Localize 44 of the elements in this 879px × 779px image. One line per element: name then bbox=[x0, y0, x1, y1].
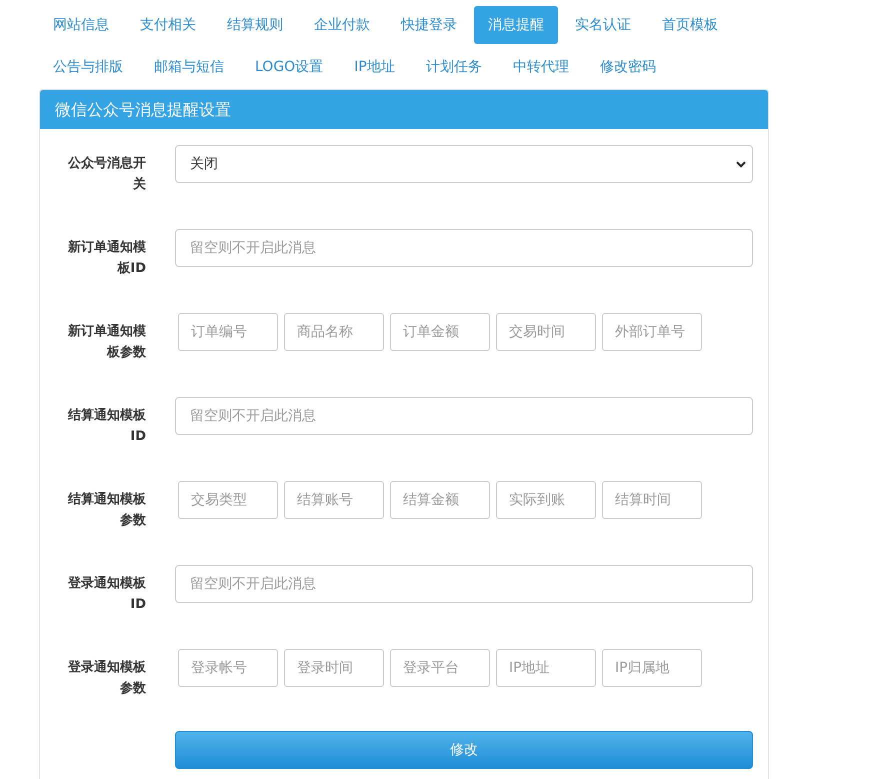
param-field[interactable]: 订单金额 bbox=[390, 313, 490, 351]
field-label: 新订单通知模板参数 bbox=[67, 322, 146, 362]
tab[interactable]: 计划任务 bbox=[412, 48, 496, 86]
tab[interactable]: 快捷登录 bbox=[387, 6, 471, 44]
tab[interactable]: 支付相关 bbox=[126, 6, 210, 44]
tab[interactable]: 结算规则 bbox=[213, 6, 297, 44]
param-field[interactable]: IP地址 bbox=[496, 649, 596, 687]
field-label: 登录通知模板ID bbox=[66, 575, 146, 614]
param-field[interactable]: 订单编号 bbox=[178, 313, 278, 351]
field-label: 结算通知模板ID bbox=[66, 407, 146, 446]
field-label: 结算通知模板参数 bbox=[66, 491, 146, 530]
input-field[interactable]: 留空则不开启此消息 bbox=[175, 229, 753, 267]
tab[interactable]: LOGO设置 bbox=[241, 48, 338, 86]
param-field[interactable]: 交易时间 bbox=[496, 313, 596, 351]
tab[interactable]: 修改密码 bbox=[586, 48, 670, 86]
tab[interactable]: 网站信息 bbox=[39, 6, 123, 44]
param-field[interactable]: 商品名称 bbox=[284, 313, 384, 351]
param-field[interactable]: 实际到账 bbox=[496, 481, 596, 519]
tab[interactable]: 邮箱与短信 bbox=[140, 48, 238, 86]
param-field[interactable]: 交易类型 bbox=[178, 481, 278, 519]
param-field[interactable]: 登录时间 bbox=[284, 649, 384, 687]
param-field[interactable]: 结算金额 bbox=[390, 481, 490, 519]
submit-button[interactable]: 修改 bbox=[175, 731, 753, 769]
tab[interactable]: 中转代理 bbox=[498, 48, 583, 86]
panel-title: 微信公众号消息提醒设置 bbox=[40, 90, 768, 129]
tab[interactable]: 企业付款 bbox=[300, 6, 384, 44]
field-label: 公众号消息开关 bbox=[66, 155, 146, 194]
input-field[interactable]: 留空则不开启此消息 bbox=[175, 397, 753, 435]
param-field[interactable]: 登录平台 bbox=[390, 649, 490, 687]
tab[interactable]: 实名认证 bbox=[561, 6, 645, 44]
field-label: 登录通知模板参数 bbox=[66, 659, 146, 698]
tab[interactable]: 公告与排版 bbox=[39, 48, 137, 86]
param-field[interactable]: 结算时间 bbox=[602, 481, 702, 519]
tab[interactable]: 消息提醒 bbox=[474, 6, 558, 44]
param-field[interactable]: 登录帐号 bbox=[178, 649, 278, 687]
tab[interactable]: 首页模板 bbox=[648, 6, 732, 44]
caret-icon bbox=[736, 160, 746, 168]
param-field[interactable]: IP归属地 bbox=[602, 649, 702, 687]
field-label: 新订单通知模板ID bbox=[67, 238, 146, 278]
tab[interactable]: IP地址 bbox=[340, 48, 409, 86]
select-field[interactable]: 关闭 bbox=[175, 145, 753, 183]
input-field[interactable]: 留空则不开启此消息 bbox=[175, 565, 753, 603]
param-field[interactable]: 结算账号 bbox=[284, 481, 384, 519]
param-field[interactable]: 外部订单号 bbox=[602, 313, 702, 351]
